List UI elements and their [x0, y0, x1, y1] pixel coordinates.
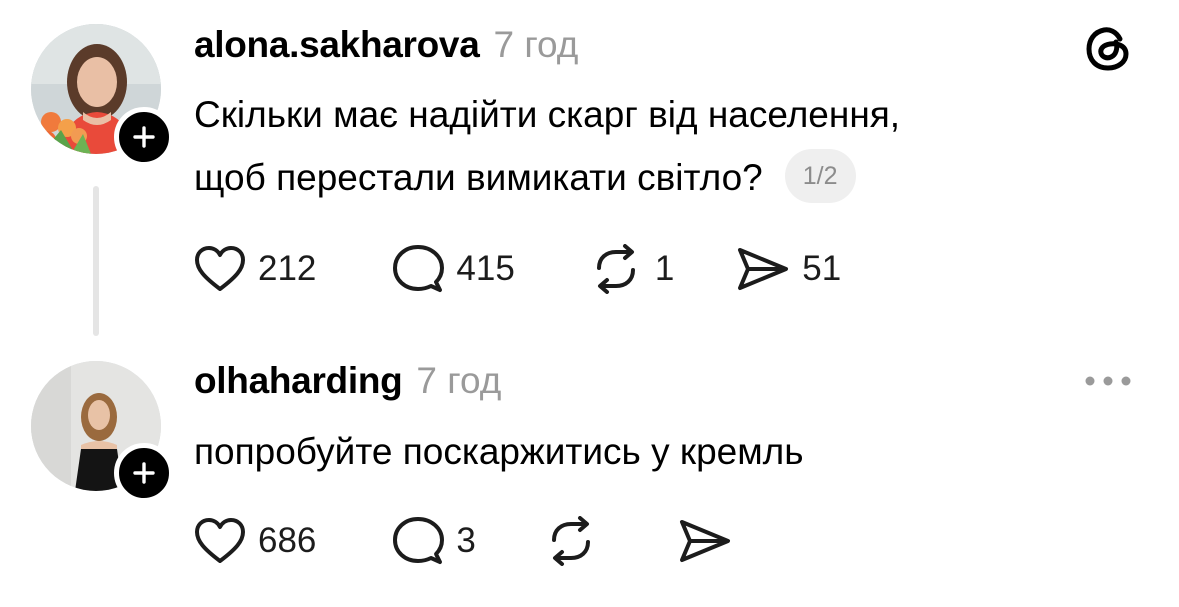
plus-icon [133, 126, 155, 148]
repost-count: 1 [654, 249, 675, 288]
more-options-icon[interactable] [1084, 373, 1132, 389]
post-text-line: щоб перестали вимикати світло? [194, 157, 763, 198]
repost-button[interactable] [544, 516, 610, 566]
repost-button[interactable]: 1 [589, 244, 674, 294]
threads-logo-icon[interactable] [1082, 22, 1134, 74]
share-button[interactable]: 51 [736, 244, 841, 294]
username-link[interactable]: olhaharding [194, 360, 403, 402]
action-bar: 212 415 1 51 [194, 241, 841, 297]
post-text-line: Скільки має надійти скарг від населення, [194, 94, 901, 135]
repost-icon [596, 244, 635, 294]
post-time: 7 год [493, 24, 579, 65]
like-count: 686 [258, 521, 317, 560]
post-body: Скільки має надійти скарг від населення,… [194, 83, 900, 209]
repost-icon [551, 516, 590, 566]
post-meta: alona.sakharova 7 год [194, 24, 578, 66]
reply-button[interactable]: 415 [392, 244, 515, 294]
share-button[interactable] [678, 516, 744, 566]
share-count: 51 [802, 249, 842, 288]
send-icon [679, 520, 730, 562]
thread-connector-line [93, 186, 99, 336]
plus-icon [133, 462, 155, 484]
like-button[interactable]: 686 [194, 517, 316, 565]
page-badge[interactable]: 1/2 [784, 149, 856, 204]
comment-icon [393, 517, 445, 564]
follow-plus-button[interactable] [114, 443, 174, 503]
username-link[interactable]: alona.sakharova [194, 24, 480, 66]
send-icon [738, 248, 789, 290]
post-body: попробуйте поскаржитись у кремль [194, 420, 804, 483]
reply-count: 415 [456, 249, 515, 288]
heart-icon [195, 518, 245, 563]
post-text-line: попробуйте поскаржитись у кремль [194, 431, 804, 472]
action-bar: 686 3 [194, 513, 744, 569]
reply-button[interactable]: 3 [392, 516, 476, 566]
reply-count: 3 [456, 521, 476, 560]
post-text-line-with-badge: щоб перестали вимикати світло? 1/2 [194, 146, 900, 209]
post-meta: olhaharding 7 год [194, 360, 501, 402]
post-time: 7 год [416, 360, 502, 401]
comment-icon [393, 245, 445, 292]
heart-icon [195, 246, 245, 291]
like-button[interactable]: 212 [194, 245, 316, 293]
like-count: 212 [258, 249, 317, 288]
follow-plus-button[interactable] [114, 107, 174, 167]
